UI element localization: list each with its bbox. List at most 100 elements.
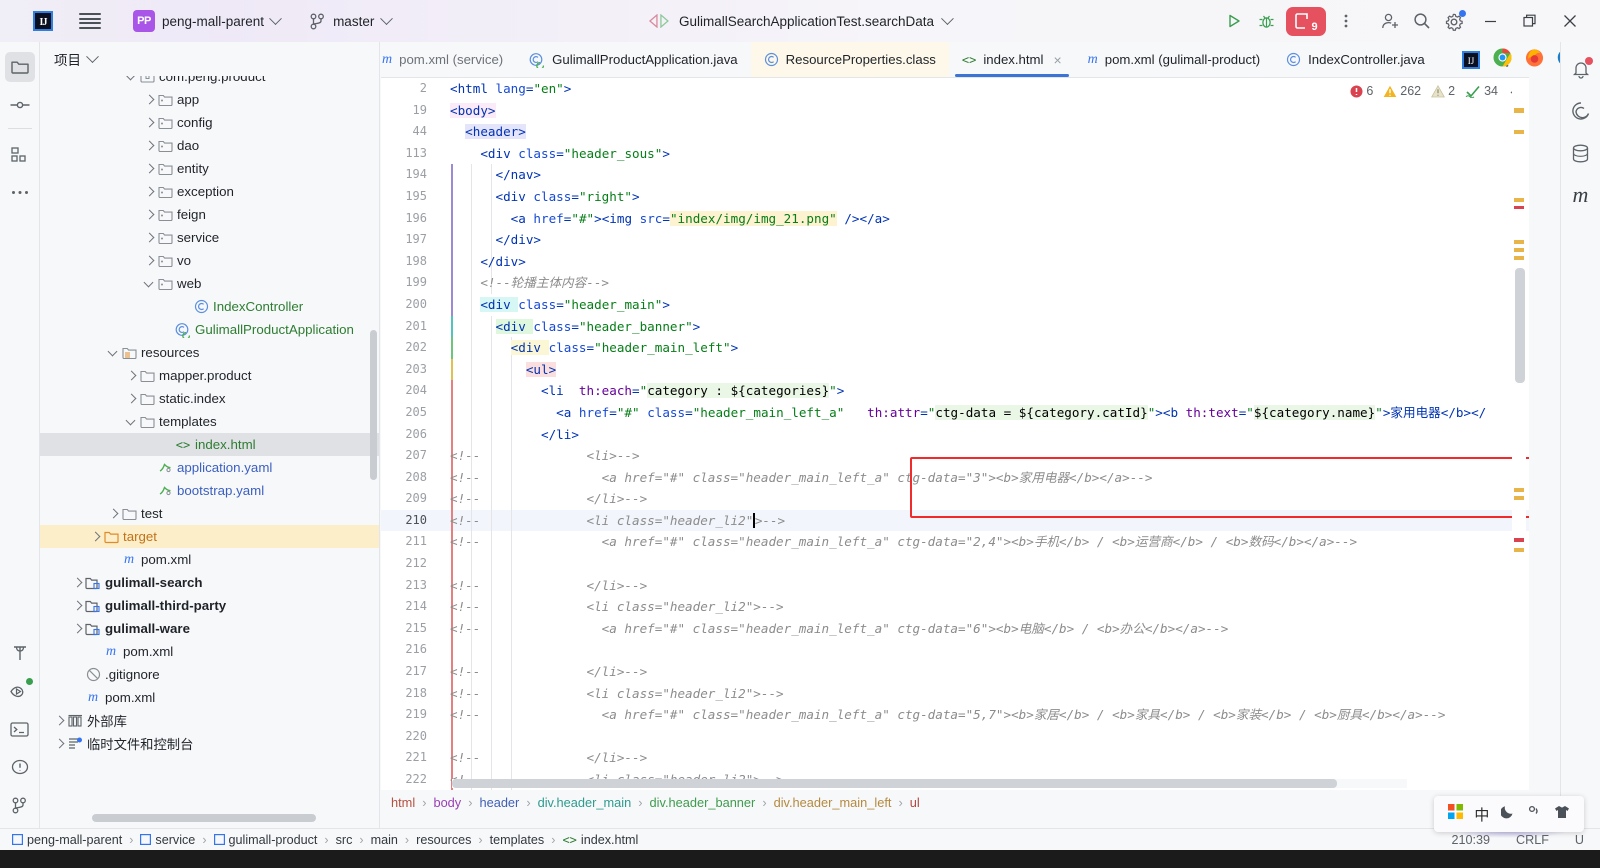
tree-node-gulimall-search[interactable]: gulimall-search: [40, 571, 379, 594]
breadcrumb-item[interactable]: header: [479, 795, 519, 810]
status-path-item[interactable]: <> index.html: [562, 833, 638, 847]
chevron-right-icon[interactable]: [142, 93, 156, 107]
intellij-browser-icon[interactable]: IJ: [1462, 51, 1480, 69]
code-line[interactable]: 205 <a href="#" class="header_main_left_…: [381, 401, 1529, 424]
code-line[interactable]: 206 </li>: [381, 423, 1529, 446]
firefox-icon[interactable]: [1525, 48, 1544, 72]
status-path-item[interactable]: peng-mall-parent: [12, 833, 122, 847]
status-path-item[interactable]: gulimall-product: [213, 833, 317, 847]
sidebar-item-spring[interactable]: [1566, 96, 1596, 126]
settings-button[interactable]: [1438, 5, 1470, 37]
services-run-badge[interactable]: 9: [1286, 6, 1326, 36]
stripe-marker[interactable]: [1514, 548, 1524, 552]
file-encoding[interactable]: U: [1575, 833, 1584, 847]
ime-chinese-icon[interactable]: 中: [1474, 804, 1489, 825]
search-everywhere-button[interactable]: [1406, 5, 1438, 37]
breadcrumb-item[interactable]: div.header_banner: [650, 795, 756, 810]
code-line[interactable]: 217 <!-- </li>-->: [381, 661, 1529, 683]
code-line[interactable]: 198 </div>: [381, 250, 1529, 273]
moon-icon[interactable]: [1500, 804, 1516, 824]
sidebar-item-project[interactable]: [4, 52, 35, 82]
tree-node-vo[interactable]: vo: [40, 249, 379, 272]
tree-node--[interactable]: 临时文件和控制台: [40, 732, 379, 755]
minimize-button[interactable]: [1470, 0, 1510, 42]
code-line[interactable]: 216: [381, 639, 1529, 662]
stripe-marker[interactable]: [1514, 496, 1524, 500]
tree-node-gulimall-third-party[interactable]: gulimall-third-party: [40, 594, 379, 617]
breadcrumb-item[interactable]: html: [391, 795, 415, 810]
breadcrumb-item[interactable]: body: [433, 795, 461, 810]
chevron-right-icon[interactable]: [52, 714, 66, 728]
windows-start-icon[interactable]: [1447, 804, 1463, 824]
code-line[interactable]: 196 <a href="#"><img src="index/img/img_…: [381, 207, 1529, 230]
code-line[interactable]: 210 <!-- <li class="header_li2" >-->: [381, 509, 1529, 532]
tree-node-dao[interactable]: dao: [40, 134, 379, 157]
project-tree[interactable]: com.peng.product app config dao entity except…: [40, 76, 379, 796]
project-panel-header[interactable]: 项目: [40, 42, 379, 76]
stripe-marker[interactable]: [1514, 240, 1524, 244]
project-tree-hscrollbar[interactable]: [92, 814, 392, 822]
chevron-right-icon[interactable]: [106, 507, 120, 521]
chevron-right-icon[interactable]: [70, 599, 84, 613]
tree-node-bootstrap-yaml[interactable]: bootstrap.yaml: [40, 479, 379, 502]
chevron-right-icon[interactable]: [142, 116, 156, 130]
tab-gulimallproductapplication-java[interactable]: GulimallProductApplication.java: [516, 42, 750, 77]
stripe-marker[interactable]: [1514, 256, 1524, 260]
chevron-right-icon[interactable]: [142, 139, 156, 153]
chevron-right-icon[interactable]: [142, 254, 156, 268]
tree-node-static-index[interactable]: static.index: [40, 387, 379, 410]
stripe-marker[interactable]: [1514, 538, 1524, 542]
code-line[interactable]: 113 <div class="header_sous">: [381, 143, 1529, 165]
main-menu-icon[interactable]: [79, 13, 101, 29]
chevron-right-icon[interactable]: [142, 231, 156, 245]
stripe-marker[interactable]: [1514, 206, 1524, 209]
code-line[interactable]: 19 <body>: [381, 100, 1529, 122]
chevron-right-icon[interactable]: [124, 369, 138, 383]
tree-node-config[interactable]: config: [40, 111, 379, 134]
chevron-down-icon[interactable]: [124, 76, 138, 84]
run-configuration-selector[interactable]: GulimallSearchApplicationTest.searchData: [648, 11, 954, 29]
sidebar-item-problems[interactable]: [5, 752, 35, 782]
sidebar-item-maven[interactable]: m: [1566, 180, 1596, 210]
code-line[interactable]: 215 <!-- <a href="#" class="header_main_l…: [381, 617, 1529, 640]
breadcrumb-item[interactable]: ul: [910, 795, 920, 810]
sidebar-item-commit[interactable]: [5, 90, 35, 120]
tree-node-index-html[interactable]: <> index.html: [40, 433, 379, 456]
tree-node-pom-xml[interactable]: m pom.xml: [40, 640, 379, 663]
sidebar-item-terminal[interactable]: [5, 714, 35, 744]
inspection-widget[interactable]: 6 262 2 34: [1350, 84, 1522, 98]
status-path-item[interactable]: resources: [416, 833, 471, 847]
status-path-item[interactable]: service: [140, 833, 195, 847]
stripe-marker[interactable]: [1514, 488, 1524, 492]
chevron-right-icon[interactable]: [88, 530, 102, 544]
chevron-down-icon[interactable]: [124, 415, 138, 429]
sidebar-item-more[interactable]: [5, 177, 35, 207]
code-line[interactable]: 194 </nav>: [381, 164, 1529, 186]
tree-node-app[interactable]: app: [40, 88, 379, 111]
code-line[interactable]: 218 <!-- <li class="header_li2">-->: [381, 682, 1529, 705]
account-button[interactable]: [1374, 5, 1406, 37]
more-actions-button[interactable]: [1330, 5, 1362, 37]
breadcrumb-item[interactable]: div.header_main_left: [774, 795, 892, 810]
run-button[interactable]: [1218, 5, 1250, 37]
code-line[interactable]: 203 <ul>: [381, 358, 1529, 381]
stripe-marker[interactable]: [1514, 248, 1524, 252]
tree-node-web[interactable]: web: [40, 272, 379, 295]
tree-node--gitignore[interactable]: .gitignore: [40, 663, 379, 686]
tree-node-entity[interactable]: entity: [40, 157, 379, 180]
close-button[interactable]: [1550, 0, 1590, 42]
tree-node-resources[interactable]: resources: [40, 341, 379, 364]
tab-resourceproperties-class[interactable]: ResourceProperties.class: [750, 42, 949, 77]
tree-node--[interactable]: 外部库: [40, 709, 379, 732]
chevron-down-icon[interactable]: [142, 277, 156, 291]
chevron-right-icon[interactable]: [70, 576, 84, 590]
sidebar-item-build[interactable]: [5, 638, 35, 668]
tree-node-application-yaml[interactable]: application.yaml: [40, 456, 379, 479]
inspection-ok-count[interactable]: 34: [1465, 84, 1498, 98]
tree-node-target[interactable]: target: [40, 525, 379, 548]
status-path-item[interactable]: main: [371, 833, 398, 847]
tree-node-com-peng-product[interactable]: com.peng.product: [40, 76, 379, 88]
branch-selector[interactable]: master: [310, 11, 394, 30]
stripe-marker[interactable]: [1514, 130, 1524, 134]
tree-node-indexcontroller[interactable]: IndexController: [40, 295, 379, 318]
